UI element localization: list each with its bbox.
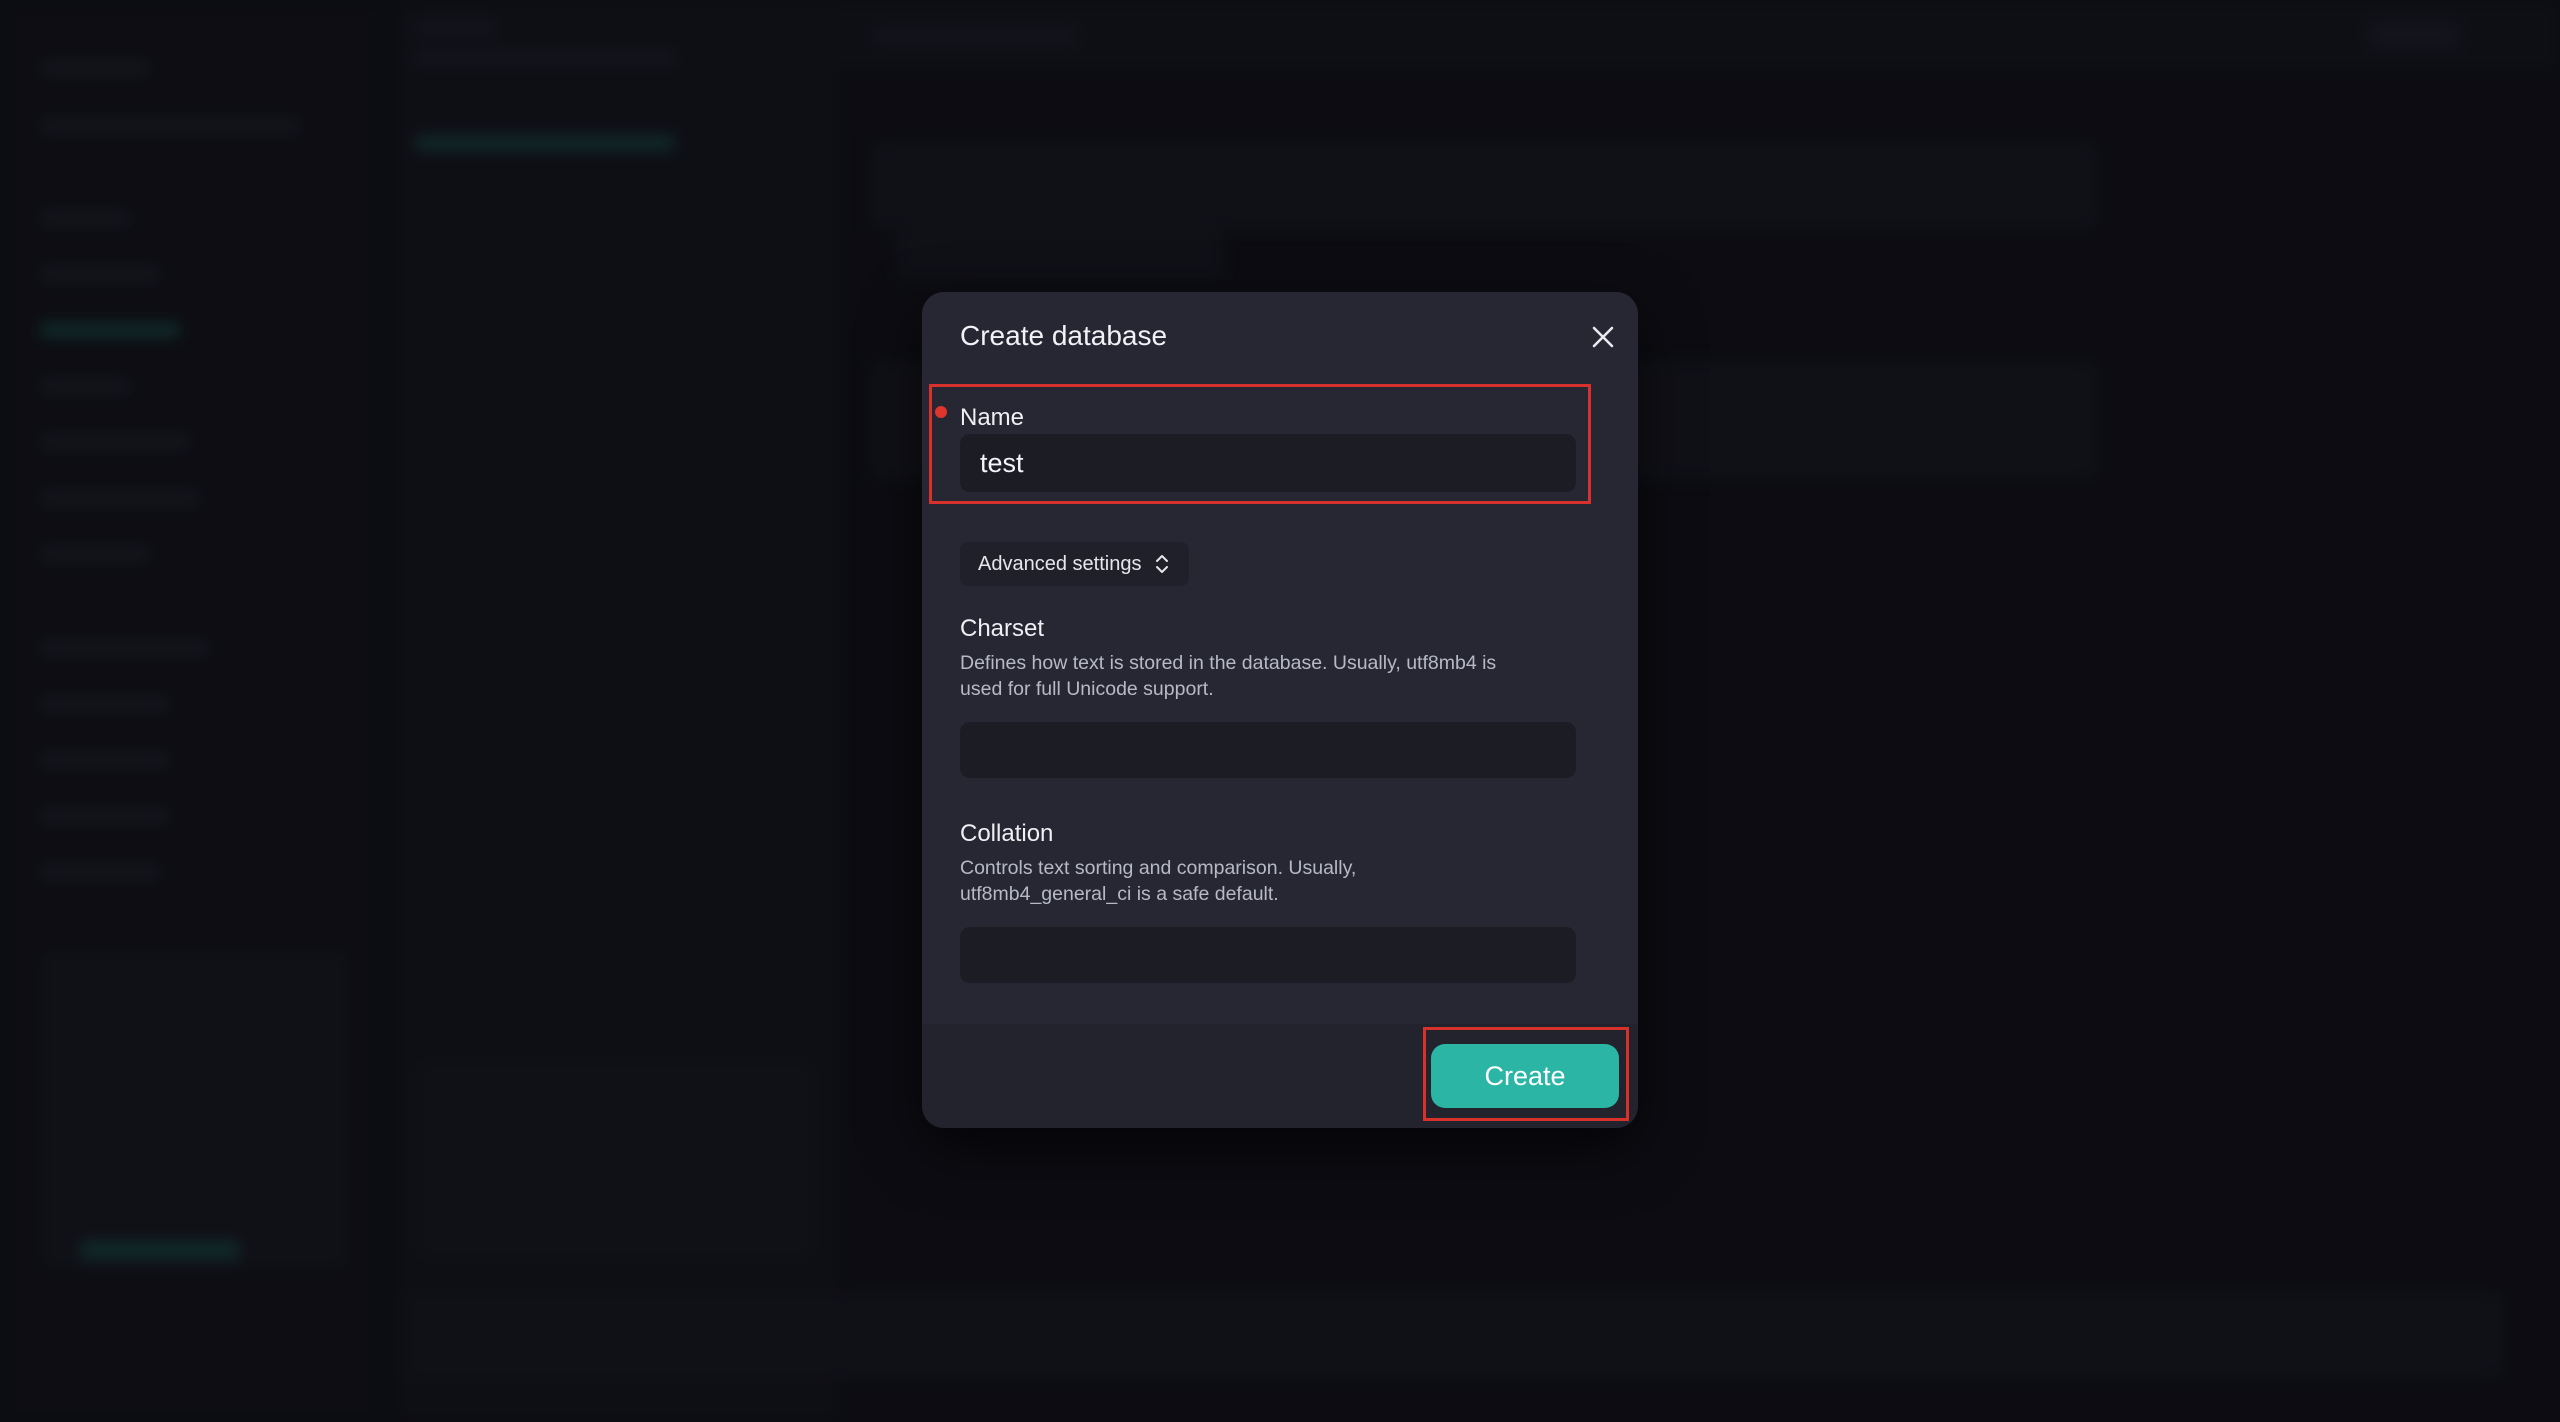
name-input[interactable] (960, 434, 1576, 492)
advanced-settings-button[interactable]: Advanced settings (960, 542, 1190, 586)
charset-description: Defines how text is stored in the databa… (960, 652, 1497, 700)
charset-label: Charset (960, 615, 1045, 642)
required-indicator (935, 406, 947, 418)
create-database-dialog: Create database Name Advanced settings C… (922, 292, 1638, 1128)
advanced-settings-label: Advanced settings (978, 552, 1142, 575)
collation-label: Collation (960, 820, 1054, 847)
close-button[interactable] (1585, 319, 1621, 355)
charset-input[interactable] (960, 722, 1576, 778)
collation-description: Controls text sorting and comparison. Us… (960, 857, 1357, 905)
create-button[interactable]: Create (1431, 1044, 1619, 1108)
chevron-up-down-icon (1156, 555, 1169, 573)
name-label: Name (960, 404, 1025, 431)
close-icon (1592, 326, 1614, 348)
dialog-title: Create database (960, 320, 1168, 351)
collation-input[interactable] (960, 927, 1576, 983)
